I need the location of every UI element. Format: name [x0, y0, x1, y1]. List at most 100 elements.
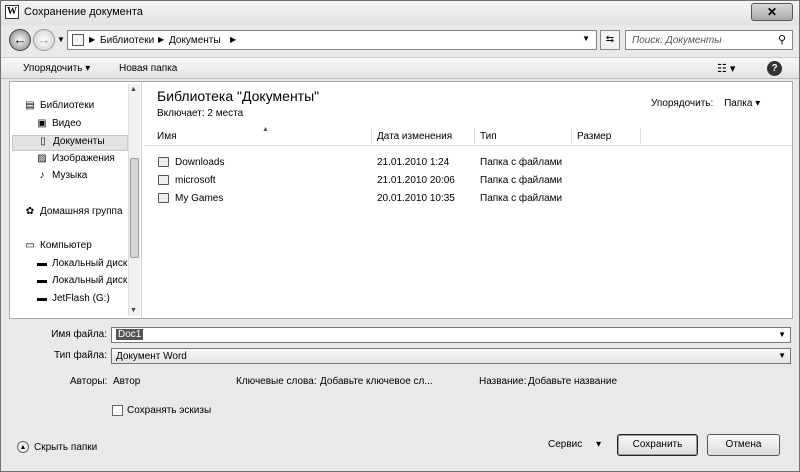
sidebar-item-label: Изображения [52, 153, 115, 164]
library-includes[interactable]: Включает: 2 места [157, 108, 243, 119]
sidebar-item-jetflash[interactable]: ▬ JetFlash (G:) [36, 293, 128, 309]
file-type: Папка с файлами [480, 175, 563, 186]
sidebar-item-label: Локальный диск [52, 275, 128, 286]
view-options-icon[interactable]: ☷ ▾ [717, 62, 735, 75]
organize-label: Упорядочить [23, 63, 83, 74]
sidebar-item-local-disk-c[interactable]: ▬ Локальный диск [36, 258, 128, 274]
hide-folders-button[interactable]: Скрыть папки [34, 442, 97, 453]
window-title: Сохранение документа [24, 6, 143, 18]
column-header-size[interactable]: Размер [577, 131, 611, 142]
title-label: Название: [479, 376, 527, 387]
filetype-select[interactable]: Документ Word ▼ [111, 348, 791, 364]
scroll-up-icon[interactable]: ▲ [130, 86, 137, 93]
images-icon: ▨ [37, 153, 47, 164]
navigation-bar: ← → ▼ ▶ Библиотеки ▶ Документы ▶ ▼ ⇆ Пои… [1, 25, 799, 55]
arrange-dropdown[interactable]: Папка ▾ [724, 98, 760, 109]
organize-button[interactable]: Упорядочить ▾ [23, 63, 90, 74]
toolbar: Упорядочить ▾ Новая папка ☷ ▾ ? [1, 57, 799, 79]
filename-value: Doc1 [116, 329, 144, 340]
filename-input[interactable]: Doc1 ▼ [111, 327, 791, 343]
save-button[interactable]: Сохранить [617, 434, 698, 456]
chevron-right-icon[interactable]: ▶ [89, 35, 95, 44]
chevron-down-icon: ▾ [85, 63, 91, 74]
filetype-value: Документ Word [116, 351, 187, 362]
keywords-label: Ключевые слова: [236, 376, 317, 387]
filetype-label: Тип файла: [54, 350, 107, 361]
arrow-right-icon: → [37, 32, 51, 47]
column-divider[interactable] [571, 128, 572, 144]
sidebar-item-images[interactable]: ▨ Изображения [36, 153, 128, 169]
arrange-value: Папка [724, 98, 753, 109]
keywords-field[interactable]: Добавьте ключевое сл... [320, 376, 433, 387]
chevron-up-icon[interactable]: ▲ [17, 441, 29, 453]
search-input[interactable]: Поиск: Документы ⚲ [625, 30, 793, 50]
sidebar-item-label: Документы [53, 136, 105, 147]
chevron-down-icon: ▾ [596, 439, 602, 450]
help-icon[interactable]: ? [767, 61, 782, 76]
sidebar-item-video[interactable]: ▣ Видео [36, 118, 128, 134]
sidebar-item-documents[interactable]: ▯ Документы [12, 135, 128, 151]
column-header-type[interactable]: Тип [480, 131, 497, 142]
save-dialog: W Сохранение документа ✕ ← → ▼ ▶ Библиот… [0, 0, 800, 472]
table-row[interactable]: microsoft 21.01.2010 20:06 Папка с файла… [144, 172, 784, 190]
file-date: 20.01.2010 10:35 [377, 193, 455, 204]
new-folder-button[interactable]: Новая папка [119, 63, 177, 74]
chevron-right-icon[interactable]: ▶ [158, 35, 164, 44]
scrollbar-thumb[interactable] [130, 158, 139, 258]
tools-label: Сервис [548, 439, 583, 450]
sidebar-item-label: Музыка [52, 170, 88, 181]
chevron-down-icon: ▾ [755, 98, 761, 109]
recent-pages-dropdown[interactable]: ▼ [57, 35, 65, 44]
chevron-right-icon[interactable]: ▶ [230, 35, 236, 44]
column-header-name[interactable]: Имя [157, 131, 176, 142]
forward-button[interactable]: → [33, 29, 55, 51]
authors-field[interactable]: Автор [113, 376, 140, 387]
sidebar-item-libraries[interactable]: ▤ Библиотеки [24, 100, 128, 116]
back-button[interactable]: ← [9, 29, 31, 51]
navigation-pane: ▤ Библиотеки ▣ Видео ▯ Документы ▨ Изображен… [10, 82, 142, 318]
sidebar-scrollbar[interactable]: ▲ ▼ [128, 84, 140, 316]
arrow-left-icon: ← [13, 32, 27, 47]
sidebar-item-local-disk-d[interactable]: ▬ Локальный диск [36, 275, 128, 291]
close-button[interactable]: ✕ [751, 3, 793, 21]
column-header-date[interactable]: Дата изменения [377, 131, 452, 142]
column-divider[interactable] [371, 128, 372, 144]
usb-drive-icon: ▬ [37, 293, 47, 304]
folder-icon [72, 34, 84, 46]
address-bar[interactable]: ▶ Библиотеки ▶ Документы ▶ ▼ [67, 30, 597, 50]
sidebar-item-computer[interactable]: ▭ Компьютер [24, 240, 128, 256]
file-type: Папка с файлами [480, 193, 563, 204]
search-icon[interactable]: ⚲ [778, 33, 786, 46]
libraries-icon: ▤ [25, 100, 35, 111]
column-divider[interactable] [474, 128, 475, 144]
sidebar-item-music[interactable]: ♪ Музыка [36, 170, 128, 186]
folder-icon [158, 193, 169, 203]
address-dropdown-icon[interactable]: ▼ [582, 34, 590, 43]
table-row[interactable]: My Games 20.01.2010 10:35 Папка с файлам… [144, 190, 784, 208]
save-thumbnails-checkbox[interactable] [112, 405, 123, 416]
arrange-by: Упорядочить: Папка ▾ [651, 98, 760, 109]
sidebar-item-label: Домашняя группа [40, 206, 123, 217]
disk-icon: ▬ [37, 258, 47, 269]
breadcrumb-libraries[interactable]: Библиотеки [100, 35, 154, 46]
file-name: My Games [175, 193, 224, 204]
breadcrumb-documents[interactable]: Документы [169, 35, 221, 46]
file-name: microsoft [175, 175, 216, 186]
save-thumbnails-label[interactable]: Сохранять эскизы [127, 405, 211, 416]
video-icon: ▣ [37, 118, 47, 129]
column-divider[interactable] [640, 128, 641, 144]
table-row[interactable]: Downloads 21.01.2010 1:24 Папка с файлам… [144, 154, 784, 172]
refresh-button[interactable]: ⇆ [600, 30, 620, 50]
authors-label: Авторы: [70, 376, 108, 387]
browser-area: ▤ Библиотеки ▣ Видео ▯ Документы ▨ Изображен… [9, 81, 793, 319]
chevron-down-icon[interactable]: ▼ [778, 330, 786, 339]
title-field[interactable]: Добавьте название [528, 376, 617, 387]
file-date: 21.01.2010 20:06 [377, 175, 455, 186]
sidebar-item-label: Компьютер [40, 240, 92, 251]
sidebar-item-homegroup[interactable]: ✿ Домашняя группа [24, 206, 128, 222]
tools-dropdown[interactable]: Сервис ▾ [548, 439, 601, 450]
scroll-down-icon[interactable]: ▼ [130, 307, 137, 314]
word-app-icon: W [5, 5, 19, 19]
file-list-pane: Библиотека "Документы" Включает: 2 места… [144, 82, 792, 318]
cancel-button[interactable]: Отмена [707, 434, 780, 456]
